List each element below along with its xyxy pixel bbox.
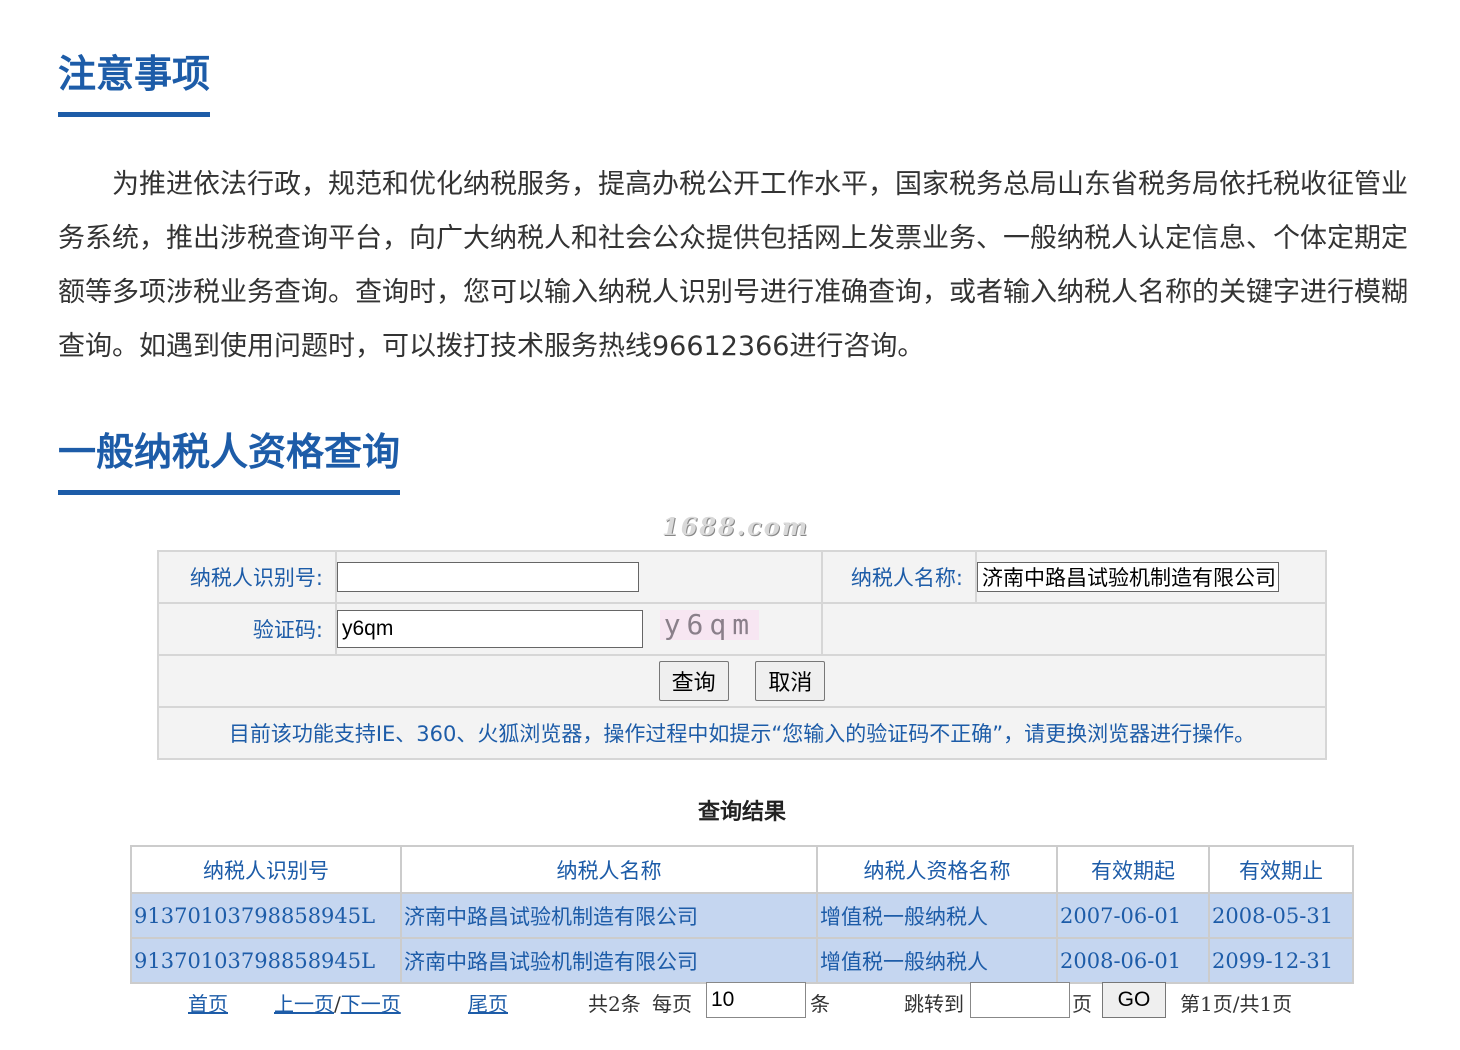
notice-title: 注意事项	[58, 52, 211, 117]
next-page-link[interactable]: 下一页	[341, 992, 401, 1016]
col-taxpayer-name: 纳税人名称	[400, 845, 818, 894]
page-info: 第1页/共1页	[1180, 992, 1293, 1016]
table-row[interactable]: 91370103798858945L 济南中路昌试验机制造有限公司 增值税一般纳…	[130, 937, 1354, 984]
taxpayer-id-input[interactable]	[337, 562, 639, 592]
cell-qualification: 增值税一般纳税人	[816, 892, 1058, 939]
taxpayer-id-label: 纳税人识别号:	[157, 550, 337, 604]
per-page-label: 每页	[652, 992, 692, 1016]
col-valid-from: 有效期起	[1056, 845, 1210, 894]
page-unit: 页	[1072, 992, 1092, 1016]
notice-paragraph: 为推进依法行政，规范和优化纳税服务，提高办税公开工作水平，国家税务总局山东省税务…	[58, 169, 1408, 362]
cell-qualification: 增值税一般纳税人	[816, 937, 1058, 984]
cell-taxpayer-id: 91370103798858945L	[130, 892, 402, 939]
pagination: 首页 上一页/下一页 尾页 共2条 每页 条 跳转到 页 GO 第1页/共1页	[130, 980, 1354, 1020]
cell-valid-from: 2008-06-01	[1056, 937, 1210, 984]
col-taxpayer-id: 纳税人识别号	[130, 845, 402, 894]
query-button[interactable]: 查询	[658, 661, 729, 701]
captcha-input[interactable]	[337, 610, 643, 648]
results-title: 查询结果	[697, 799, 786, 825]
cell-taxpayer-id: 91370103798858945L	[130, 937, 402, 984]
prev-page-link[interactable]: 上一页	[274, 992, 334, 1016]
captcha-label: 验证码:	[157, 602, 337, 656]
cell-valid-from: 2007-06-01	[1056, 892, 1210, 939]
query-form: 纳税人识别号: 纳税人名称: 验证码: y6qm 查询 取消 目前该功能支持IE…	[157, 550, 1327, 760]
taxpayer-name-label: 纳税人名称:	[821, 550, 977, 604]
table-row[interactable]: 91370103798858945L 济南中路昌试验机制造有限公司 增值税一般纳…	[130, 892, 1354, 939]
captcha-image[interactable]: y6qm	[659, 610, 760, 640]
cell-taxpayer-name: 济南中路昌试验机制造有限公司	[400, 937, 818, 984]
pager-separator: /	[334, 992, 341, 1016]
per-page-input[interactable]	[706, 982, 806, 1018]
jump-label: 跳转到	[904, 992, 964, 1016]
watermark: 1688.com	[662, 512, 810, 541]
per-page-unit: 条	[810, 992, 830, 1016]
col-qualification: 纳税人资格名称	[816, 845, 1058, 894]
total-count: 共2条	[588, 992, 641, 1016]
cell-valid-to: 2008-05-31	[1208, 892, 1354, 939]
cancel-button[interactable]: 取消	[755, 661, 826, 701]
browser-notice: 目前该功能支持IE、360、火狐浏览器，操作过程中如提示“您输入的验证码不正确”…	[157, 706, 1327, 760]
go-button[interactable]: GO	[1102, 982, 1166, 1018]
results-table: 纳税人识别号 纳税人名称 纳税人资格名称 有效期起 有效期止 913701037…	[130, 845, 1354, 984]
table-header-row: 纳税人识别号 纳税人名称 纳税人资格名称 有效期起 有效期止	[130, 845, 1354, 894]
last-page-link[interactable]: 尾页	[468, 988, 508, 1017]
query-title: 一般纳税人资格查询	[58, 430, 401, 495]
first-page-link[interactable]: 首页	[188, 988, 228, 1017]
jump-page-input[interactable]	[970, 982, 1070, 1018]
cell-valid-to: 2099-12-31	[1208, 937, 1354, 984]
cell-taxpayer-name: 济南中路昌试验机制造有限公司	[400, 892, 818, 939]
col-valid-to: 有效期止	[1208, 845, 1354, 894]
taxpayer-name-input[interactable]	[977, 562, 1279, 592]
